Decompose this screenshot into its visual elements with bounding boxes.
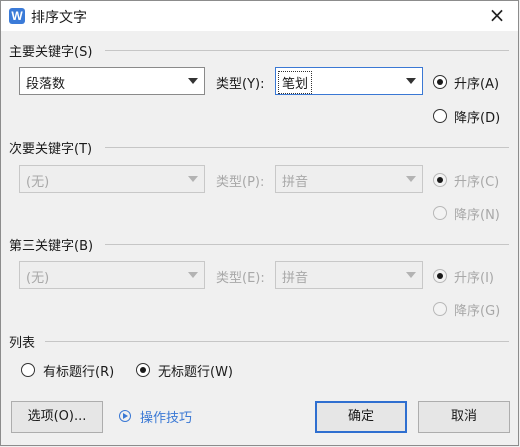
chevron-down-icon [406,78,416,84]
tertiary-desc-label[interactable]: 降序(G) [454,300,500,319]
title-bar: W 排序文字 × [1,1,518,31]
secondary-type-label: 类型(P): [216,175,265,190]
primary-key-heading: 主要关键字(S) [9,45,93,60]
sort-text-dialog: W 排序文字 × 主要关键字(S) 段落数 类型(Y): 笔划 升序(A) 降序… [0,0,519,446]
primary-field-select[interactable]: 段落数 [19,67,205,95]
divider [105,244,509,245]
tertiary-type-label: 类型(E): [216,271,265,286]
divider [105,147,509,148]
secondary-type-select[interactable]: 拼音 [275,165,423,193]
primary-desc-radio[interactable] [433,109,447,123]
primary-desc-label[interactable]: 降序(D) [454,107,500,126]
tertiary-key-heading: 第三关键字(B) [9,239,94,254]
chevron-down-icon [406,176,416,182]
tertiary-asc-radio[interactable] [433,269,447,283]
wps-writer-icon: W [9,8,25,24]
chevron-down-icon [188,78,198,84]
chevron-down-icon [188,272,198,278]
no-header-row-label[interactable]: 无标题行(W) [158,361,233,380]
secondary-desc-label[interactable]: 降序(N) [454,204,500,223]
primary-asc-label[interactable]: 升序(A) [454,73,499,92]
primary-type-label: 类型(Y): [216,77,265,92]
tertiary-field-value: (无) [26,271,50,286]
secondary-field-value: (无) [26,175,50,190]
operation-tips-link[interactable]: 操作技巧 [140,407,192,426]
secondary-field-select[interactable]: (无) [19,165,205,193]
tertiary-field-select[interactable]: (无) [19,261,205,289]
chevron-down-icon [406,272,416,278]
chevron-down-icon [188,176,198,182]
play-circle-icon[interactable] [119,410,131,422]
divider [45,341,509,342]
tertiary-asc-label[interactable]: 升序(I) [454,267,494,286]
cancel-button[interactable]: 取消 [418,401,510,433]
divider [105,50,509,51]
tertiary-type-select[interactable]: 拼音 [275,261,423,289]
options-button[interactable]: 选项(O)... [11,401,103,433]
close-icon[interactable]: × [484,4,510,28]
primary-type-select[interactable]: 笔划 [275,67,423,95]
secondary-asc-label[interactable]: 升序(C) [454,171,499,190]
no-header-row-radio[interactable] [136,363,150,377]
secondary-desc-radio[interactable] [433,206,447,220]
primary-asc-radio[interactable] [433,75,447,89]
list-heading: 列表 [9,336,36,351]
dialog-title: 排序文字 [31,10,87,26]
primary-field-value: 段落数 [26,77,66,92]
primary-type-value: 笔划 [277,71,313,94]
has-header-row-label[interactable]: 有标题行(R) [43,361,114,380]
secondary-asc-radio[interactable] [433,173,447,187]
ok-button[interactable]: 确定 [315,401,407,433]
tertiary-desc-radio[interactable] [433,302,447,316]
tertiary-type-value: 拼音 [282,271,309,286]
secondary-key-heading: 次要关键字(T) [9,142,93,157]
secondary-type-value: 拼音 [282,175,309,190]
has-header-row-radio[interactable] [21,363,35,377]
